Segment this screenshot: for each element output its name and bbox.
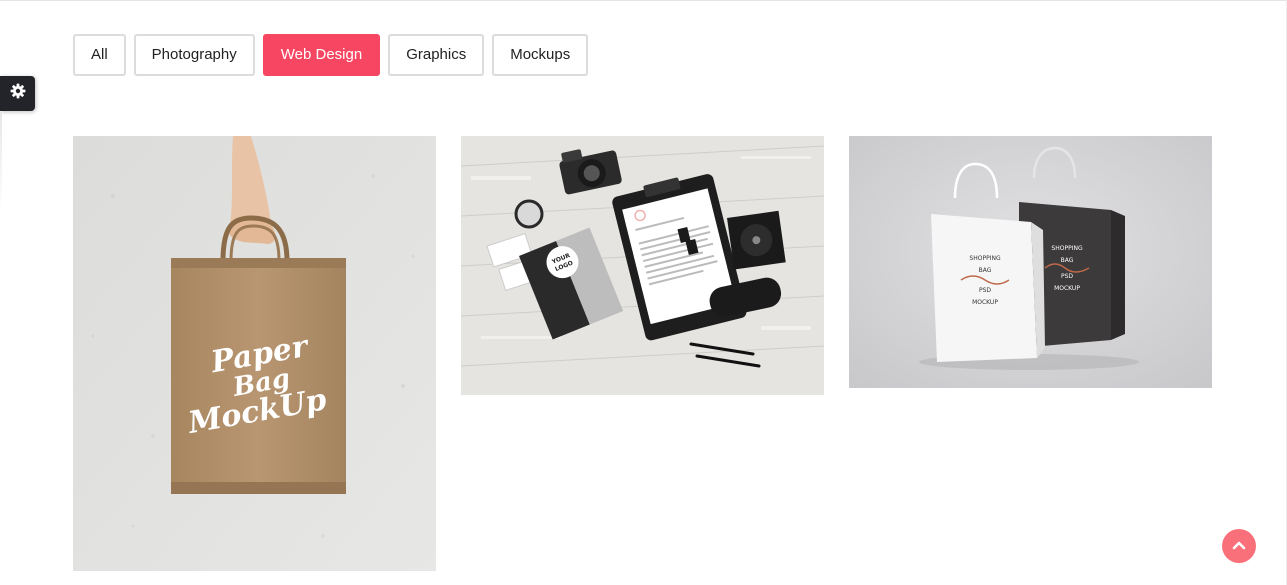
dark-bag-text-2: BAG (1061, 257, 1074, 264)
filter-graphics-button[interactable]: Graphics (388, 34, 485, 76)
settings-toggle-button[interactable] (0, 76, 35, 111)
dark-bag-text-4: MOCKUP (1054, 285, 1080, 292)
gear-icon (10, 83, 26, 104)
top-divider (0, 0, 1287, 1)
white-bag-text-2: BAG (979, 267, 992, 274)
white-bag-text-4: MOCKUP (972, 299, 998, 306)
portfolio-item-paper-bag[interactable]: Paper Bag MockUp (73, 136, 436, 571)
portfolio-item-shopping-bags[interactable]: SHOPPING BAG PSD MOCKUP SHOPPING BAG PSD… (849, 136, 1212, 388)
paper-bag-mockup-image: Paper Bag MockUp (73, 136, 436, 571)
white-bag-text-3: PSD (979, 287, 991, 294)
back-to-top-button[interactable] (1222, 529, 1256, 563)
portfolio-item-stationery[interactable]: YOUR LOGO (461, 136, 824, 395)
chevron-up-icon (1232, 537, 1246, 555)
dark-bag-text-1: SHOPPING (1051, 245, 1083, 252)
portfolio-filter-bar: All Photography Web Design Graphics Mock… (73, 34, 589, 76)
stationery-mockup-image: YOUR LOGO (461, 136, 824, 395)
white-bag-text-1: SHOPPING (969, 255, 1001, 262)
filter-mockups-button[interactable]: Mockups (492, 34, 589, 76)
shopping-bag-mockup-image: SHOPPING BAG PSD MOCKUP SHOPPING BAG PSD… (849, 136, 1212, 388)
filter-all-button[interactable]: All (73, 34, 126, 76)
dark-bag-text-3: PSD (1061, 273, 1073, 280)
filter-photography-button[interactable]: Photography (133, 34, 255, 76)
filter-web-design-button[interactable]: Web Design (262, 34, 381, 76)
settings-panel-edge (0, 112, 2, 212)
